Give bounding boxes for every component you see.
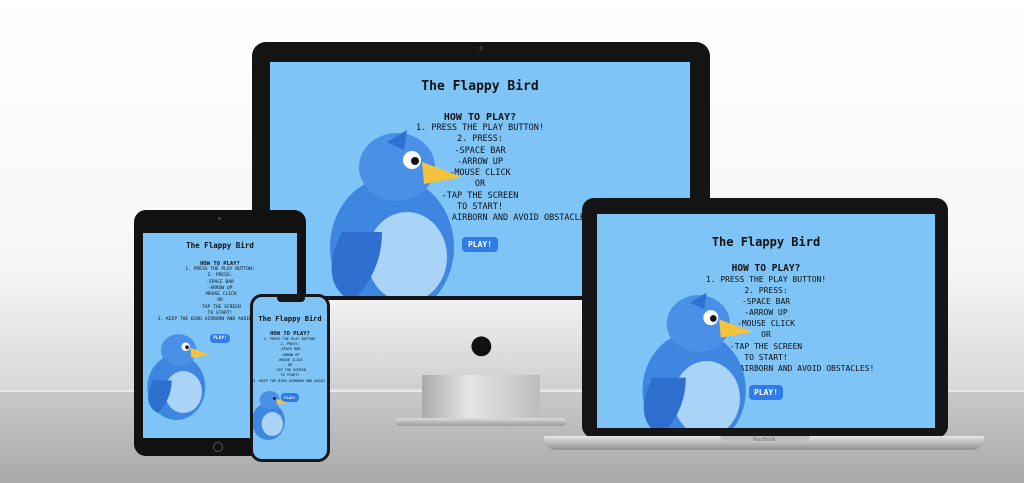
game-title: The Flappy Bird [186,241,254,250]
how-to-play-heading: HOW TO PLAY? [731,263,801,274]
apple-logo-icon: ● [470,330,493,360]
play-button[interactable]: PLAY! [461,236,499,252]
bird-mascot-icon [147,334,209,420]
instruction-line: 1. PRESS THE PLAY BUTTON! [705,275,827,284]
game-title: The Flappy Bird [711,235,821,249]
bird-mascot-icon [330,130,462,296]
ipad-camera [218,217,221,220]
macbook-screen: The Flappy Bird HOW TO PLAY? 1. PRESS TH… [597,214,935,428]
iphone-notch [277,297,305,302]
imac-camera [479,46,483,50]
iphone-screen: The Flappy Bird HOW TO PLAY? 1. PRESS TH… [253,297,327,459]
imac-foot [396,418,566,426]
imac-stand [422,375,540,423]
macbook-label: MacBook [753,437,776,443]
game-title: The Flappy Bird [258,315,322,323]
bird-mascot-icon [253,390,287,440]
game-title: The Flappy Bird [421,79,539,94]
ipad-home-button [213,442,223,452]
play-button[interactable]: PLAY! [210,333,230,343]
bird-mascot-icon [642,292,753,428]
